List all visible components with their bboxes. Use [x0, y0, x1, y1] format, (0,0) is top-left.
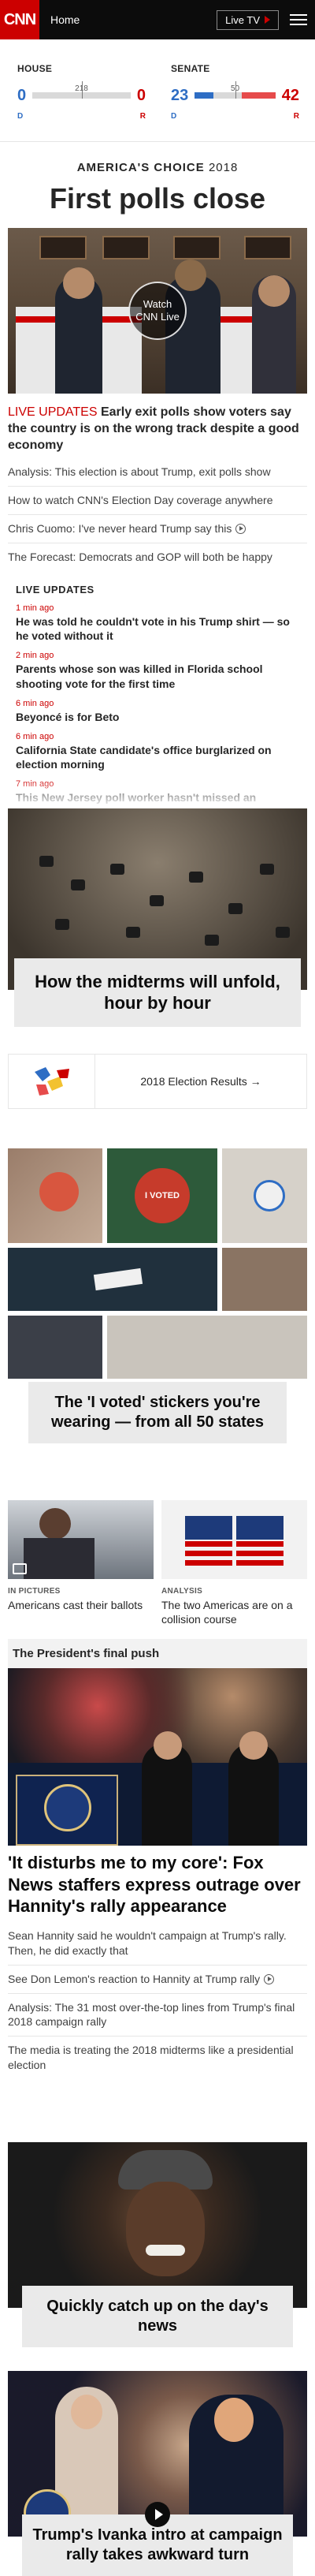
video-icon [264, 1973, 275, 1984]
section-label: IN PICTURES [8, 1586, 61, 1596]
live-update-item[interactable]: 6 min ago Beyoncé is for Beto [16, 699, 299, 724]
related-links: Sean Hannity said he wouldn't campaign a… [0, 1917, 315, 2079]
page-headline[interactable]: First polls close [0, 182, 315, 215]
rep-seat-count: 42 [281, 86, 299, 104]
rep-label: R [293, 112, 299, 121]
related-link[interactable]: Sean Hannity said he wouldn't campaign a… [8, 1922, 307, 1966]
flag-thumbnail [161, 1499, 307, 1579]
related-link[interactable]: Chris Cuomo: I've never heard Trump say … [8, 515, 307, 544]
dem-seat-count: 0 [17, 86, 27, 104]
rep-label: R [139, 112, 146, 121]
update-text: Parents whose son was killed in Florida … [16, 663, 263, 690]
in-pictures-story[interactable]: IN PICTURES Americans cast their ballots [8, 1499, 154, 1626]
house-seat-bar: 218 [32, 81, 131, 99]
live-tv-button[interactable]: Live TV [217, 9, 279, 30]
update-text: California State candidate's office burg… [16, 743, 272, 771]
related-link[interactable]: How to watch CNN's Election Day coverage… [8, 487, 307, 516]
gallery-icon [13, 1562, 27, 1574]
live-update-item[interactable]: 2 min ago Parents whose son was killed i… [16, 651, 299, 690]
update-text: This New Jersey poll worker hasn't misse… [16, 791, 257, 805]
lead-story[interactable]: LIVE UPDATES Early exit polls show voter… [0, 394, 315, 454]
ivanka-caption-text: Trump's Ivanka intro at campaign rally t… [32, 2526, 283, 2564]
story-title: Americans cast their ballots [8, 1598, 143, 1611]
live-updates-title: LIVE UPDATES [16, 583, 94, 595]
house-race[interactable]: HOUSE 0 218 0 D R [17, 63, 146, 141]
i-voted-sticker: I VOTED [135, 1167, 190, 1223]
related-link[interactable]: Analysis: The 31 most over-the-top lines… [8, 1994, 307, 2037]
catchup-caption: Quickly catch up on the day's news [22, 2286, 293, 2348]
update-time: 7 min ago [16, 779, 54, 790]
dem-label: D [17, 112, 24, 121]
update-time: 6 min ago [16, 731, 54, 741]
section-label: ANALYSIS [161, 1586, 203, 1596]
ballot-thumbnail [8, 1499, 154, 1579]
live-updates-feed[interactable]: LIVE UPDATES 1 min ago He was told he co… [8, 576, 307, 808]
two-up-stories: IN PICTURES Americans cast their ballots… [8, 1499, 307, 1626]
banner-year: 2018 [208, 161, 239, 174]
catchup-card[interactable]: Quickly catch up on the day's news [8, 2142, 307, 2348]
midterms-caption[interactable]: How the midterms will unfold, hour by ho… [14, 958, 301, 1027]
hamburger-menu-icon[interactable] [290, 14, 307, 25]
dem-seat-count: 23 [171, 86, 189, 104]
catchup-image [8, 2142, 307, 2309]
senate-race[interactable]: SENATE 23 50 42 D R [171, 63, 299, 141]
related-link[interactable]: See Don Lemon's reaction to Hannity at T… [8, 1966, 307, 1994]
update-time: 2 min ago [16, 651, 54, 661]
cnn-logo[interactable]: CNN [0, 0, 39, 39]
related-links: Analysis: This election is about Trump, … [0, 454, 315, 571]
dem-bar-fill [195, 92, 213, 99]
race-title: HOUSE [17, 63, 53, 74]
ivanka-video-card[interactable]: Trump's Ivanka intro at campaign rally t… [8, 2371, 307, 2576]
cnn-live-label: CNN Live [135, 311, 180, 323]
live-updates-kicker: LIVE UPDATES [8, 405, 98, 419]
analysis-story[interactable]: ANALYSIS The two Americas are on a colli… [161, 1499, 307, 1626]
stickers-collage[interactable]: I VOTED The 'I voted' stickers you're we… [8, 1148, 307, 1443]
podium [16, 1775, 118, 1846]
update-text: Beyoncé is for Beto [16, 710, 120, 723]
rep-seat-count: 0 [136, 86, 146, 104]
related-link[interactable]: The Forecast: Democrats and GOP will bot… [8, 543, 307, 571]
story-title: The two Americas are on a collision cour… [161, 1598, 293, 1626]
americas-choice-banner[interactable]: AMERICA'S CHOICE 2018 [0, 161, 315, 174]
live-update-item[interactable]: 7 min ago This New Jersey poll worker ha… [16, 779, 299, 805]
watch-live-button[interactable]: Watch CNN Live [128, 282, 187, 340]
live-update-item[interactable]: 1 min ago He was told he couldn't vote i… [16, 603, 299, 643]
top-nav: CNN Home Live TV [0, 0, 315, 39]
race-title: SENATE [171, 63, 210, 74]
update-time: 1 min ago [16, 603, 54, 613]
live-update-item[interactable]: 6 min ago California State candidate's o… [16, 732, 299, 771]
senate-seat-bar: 50 [195, 81, 276, 99]
related-link[interactable]: The media is treating the 2018 midterms … [8, 2037, 307, 2079]
rally-image[interactable] [8, 1668, 307, 1846]
election-results-link: 2018 Election Results → [140, 1074, 261, 1088]
section-header: The President's final push [8, 1639, 307, 1669]
live-tv-label: Live TV [225, 13, 260, 26]
stickers-caption[interactable]: The 'I voted' stickers you're wearing — … [28, 1381, 287, 1443]
watch-label: Watch [143, 298, 172, 311]
presidential-seal-icon [44, 1784, 91, 1832]
update-time: 6 min ago [16, 698, 54, 708]
play-icon[interactable] [145, 2502, 170, 2528]
banner-title: AMERICA'S CHOICE [76, 161, 205, 174]
story-headline[interactable]: 'It disturbs me to my core': Fox News st… [0, 1846, 315, 1917]
election-scoreboard[interactable]: HOUSE 0 218 0 D R SENATE 23 50 [0, 39, 315, 142]
related-link[interactable]: Analysis: This election is about Trump, … [8, 458, 307, 487]
rep-bar-fill [241, 92, 276, 99]
play-icon [265, 16, 270, 24]
home-link[interactable]: Home [50, 13, 80, 26]
election-results-promo[interactable]: 2018 Election Results → [8, 1053, 307, 1109]
americas-choice-logo-icon [9, 1054, 95, 1108]
video-icon [235, 524, 246, 535]
dem-label: D [171, 112, 177, 121]
update-text: He was told he couldn't vote in his Trum… [16, 614, 290, 643]
hero-video[interactable]: Watch CNN Live [8, 228, 307, 394]
